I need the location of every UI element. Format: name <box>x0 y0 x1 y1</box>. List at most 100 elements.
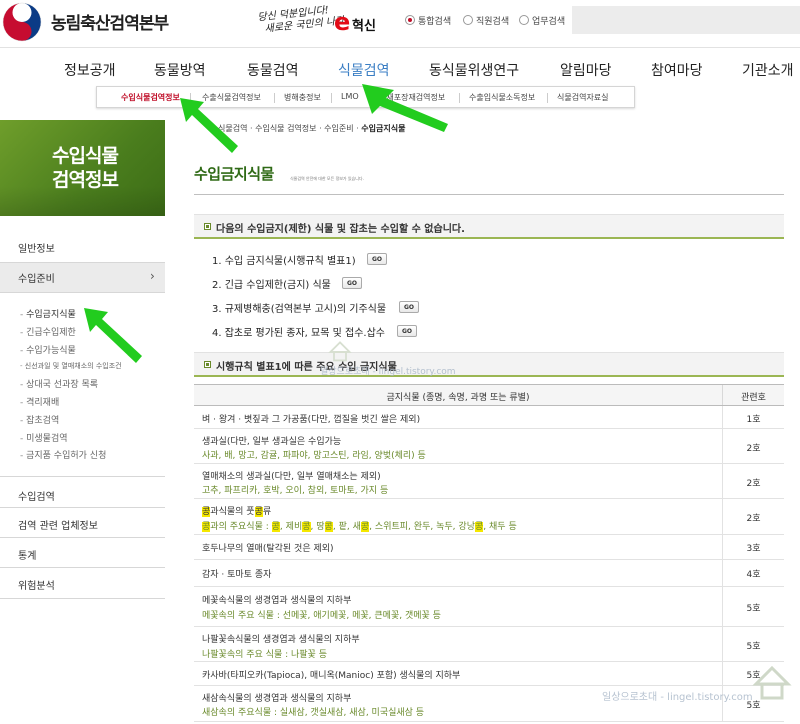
left-submenu-importable-plants[interactable]: 수입가능식물 <box>20 343 76 356</box>
subnav-separator <box>331 93 332 103</box>
subnav-lmo[interactable]: LMO <box>341 92 359 101</box>
row-ref: 5호 <box>722 587 784 626</box>
left-submenu-prohibited-plants[interactable]: 수입금지식물 <box>20 307 76 320</box>
row-examples: 고추, 파프리카, 호박, 오이, 참외, 토마토, 가지 등 <box>202 486 389 496</box>
title-divider <box>194 194 784 195</box>
table-row: 콩과식물의 풋콩류 콩과의 주요식물 : 콩, 제비콩, 땅콩, 팥, 새콩, … <box>194 499 784 535</box>
go-button[interactable]: GO <box>399 301 419 313</box>
prohibited-item: 2. 긴급 수입제한(금지) 식물 <box>212 280 331 291</box>
section-banner-title: 수입식물 검역정보 <box>30 144 140 192</box>
search-scope-staff-radio[interactable]: 직원검색 <box>463 13 509 27</box>
search-scope-work-radio[interactable]: 업무검색 <box>519 13 565 27</box>
row-ref: 5호 <box>722 627 784 661</box>
search-scope-all-radio[interactable]: 통합검색 <box>405 13 451 27</box>
watermark-text: 일상으로초대 - lingel.tistory.com <box>320 367 456 377</box>
table-row: 감자 · 토마토 종자 4호 <box>194 560 784 587</box>
row-ref: 2호 <box>722 429 784 463</box>
table-row: 열매채소의 생과실(다만, 일부 열매채소는 제외) 고추, 파프리카, 호박,… <box>194 464 784 499</box>
section-bullet-icon <box>204 223 211 230</box>
row-examples: 메꽃속의 주요 식물 : 선메꽃, 애기메꽃, 메꽃, 큰메꽃, 갯메꽃 등 <box>202 611 441 621</box>
left-menu-label: 검역 관련 업체정보 <box>18 521 98 532</box>
banner-line-1: 수입식물 <box>52 145 119 167</box>
go-button[interactable]: GO <box>397 325 417 337</box>
section-header-prohibited: 다음의 수입금지(제한) 식물 및 잡초는 수입할 수 없습니다. <box>194 214 784 239</box>
row-examples: 새삼속의 주요식물 : 실새삼, 갯실새삼, 새삼, 미국실새삼 등 <box>202 708 425 718</box>
radio-dot-icon <box>463 15 473 25</box>
subnav-import-plant-info[interactable]: 수입식물검역정보 <box>121 92 180 103</box>
row-name: 나팔꽃속식물의 생경엽과 생식물의 지하부 <box>202 635 360 645</box>
section-header-main-prohibited: 시행규칙 별표1에 따른 주요 수입 금지식물 <box>194 352 784 377</box>
row-ref-value: 2호 <box>746 444 761 454</box>
radio-dot-icon <box>519 15 529 25</box>
left-menu-divider <box>0 476 165 477</box>
watermark-house-icon <box>752 665 792 700</box>
left-menu-divider <box>0 507 165 508</box>
left-submenu-weed-quarantine[interactable]: 잡초검역 <box>20 413 59 426</box>
search-scope-label: 직원검색 <box>476 16 510 27</box>
government-taegeuk-logo[interactable] <box>2 2 42 42</box>
highlight-mark: 콩 <box>302 522 311 532</box>
left-submenu-packhouse-list[interactable]: 상대국 선과장 목록 <box>20 377 98 390</box>
table-header: 금지식물 (종명, 속명, 과명 또는 류별) 관련호 <box>194 384 784 406</box>
left-menu-divider <box>0 537 165 538</box>
row-ref: 4호 <box>722 560 784 586</box>
row-ref-value: 5호 <box>746 642 761 652</box>
row-ref-value: 2호 <box>746 514 761 524</box>
gnb-animal-quarantine[interactable]: 동물검역 <box>247 60 299 80</box>
row-name: 벼 · 왕겨 · 볏짚과 그 가공품(다만, 껍질을 벗긴 쌀은 제외) <box>202 415 421 425</box>
highlight-mark: 콩 <box>360 522 370 532</box>
row-ref-value: 2호 <box>746 479 761 489</box>
chevron-right-icon: › <box>150 269 155 283</box>
breadcrumb-item[interactable]: 수입식물 검역정보 <box>255 124 316 133</box>
innovation-e-mark: e <box>334 8 351 36</box>
section-banner: 수입식물 검역정보 <box>0 120 165 216</box>
innovation-label: 혁신 <box>352 19 376 34</box>
left-menu-divider <box>0 598 165 599</box>
row-name: 카사바(타피오카(Tapioca), 매니옥(Manioc) 포함) 생식물의 … <box>202 671 461 681</box>
row-ref-value: 3호 <box>746 544 761 554</box>
subnav-plant-quarantine-archive[interactable]: 식물검역자료실 <box>557 92 609 103</box>
search-scope-label: 통합검색 <box>418 16 452 27</box>
gnb-notices[interactable]: 알림마당 <box>560 60 612 80</box>
gnb-animal-plant-health-research[interactable]: 동식물위생연구 <box>429 60 519 80</box>
row-name: 감자 · 토마토 종자 <box>202 570 272 580</box>
agency-name[interactable]: 농림축산검역본부 <box>51 9 169 34</box>
highlight-mark: 콩 <box>254 507 263 517</box>
breadcrumb-item[interactable]: 수입준비 <box>324 124 353 133</box>
gnb-plant-quarantine[interactable]: 식물검역 <box>338 60 390 80</box>
prohibited-item: 3. 규제병해충(검역본부 고시)의 기주식물 <box>212 304 387 315</box>
gnb-about[interactable]: 기관소개 <box>742 60 794 80</box>
row-ref: 1호 <box>722 406 784 428</box>
table-row: 벼 · 왕겨 · 볏짚과 그 가공품(다만, 껍질을 벗긴 쌀은 제외) 1호 <box>194 406 784 429</box>
gnb-info-disclosure[interactable]: 정보공개 <box>64 60 116 80</box>
left-menu-label: 위험분석 <box>18 581 55 592</box>
left-submenu-quarantine-cultivation[interactable]: 격리재배 <box>20 395 59 408</box>
table-header-ref: 관련호 <box>722 385 784 405</box>
left-menu-divider <box>0 262 165 263</box>
watermark-text: 일상으로초대 - lingel.tistory.com <box>602 692 753 703</box>
left-menu-label: 수입검역 <box>18 492 55 503</box>
subnav-disinfection-info[interactable]: 수출입식물소독정보 <box>469 92 535 103</box>
table-row: 생과실(다만, 일부 생과실은 수입가능 사과, 배, 망고, 감귤, 파파야,… <box>194 429 784 464</box>
row-ref-value: 4호 <box>746 570 761 580</box>
prohibited-item: 4. 잡초로 평가된 종자, 묘목 및 접수.삽수 <box>212 328 385 339</box>
gnb-animal-disease-control[interactable]: 동물방역 <box>154 60 206 80</box>
row-examples: 콩과의 주요식물 : 콩, 제비콩, 땅콩, 팥, 새콩, 스위트피, 완두, … <box>202 522 517 532</box>
gnb-participation[interactable]: 참여마당 <box>651 60 703 80</box>
highlight-mark: 콩 <box>271 522 280 532</box>
left-submenu-emergency-restriction[interactable]: 긴급수입제한 <box>20 325 76 338</box>
go-button[interactable]: GO <box>367 253 387 265</box>
slogan-text: 당신 덕분입니다! 새로운 국민의 나라 <box>257 4 345 37</box>
section-title: 다음의 수입금지(제한) 식물 및 잡초는 수입할 수 없습니다. <box>216 224 465 235</box>
watermark-house-icon <box>328 341 352 362</box>
page-title: 수입금지식물 <box>194 165 274 183</box>
left-submenu-microbe-quarantine[interactable]: 미생물검역 <box>20 431 67 444</box>
table-row: 나팔꽃속식물의 생경엽과 생식물의 지하부 나팔꽃속의 주요 식물 : 나팔꽃 … <box>194 627 784 662</box>
left-menu-label: 일반정보 <box>18 244 55 255</box>
subnav-pest-info[interactable]: 병해충정보 <box>284 92 321 103</box>
search-input[interactable] <box>572 6 800 34</box>
left-submenu-import-permit[interactable]: 금지품 수입허가 신청 <box>20 448 106 461</box>
go-button[interactable]: GO <box>342 277 362 289</box>
row-name: 새삼속식물의 생경엽과 생식물의 지하부 <box>202 694 352 704</box>
highlight-mark: 콩 <box>324 522 333 532</box>
